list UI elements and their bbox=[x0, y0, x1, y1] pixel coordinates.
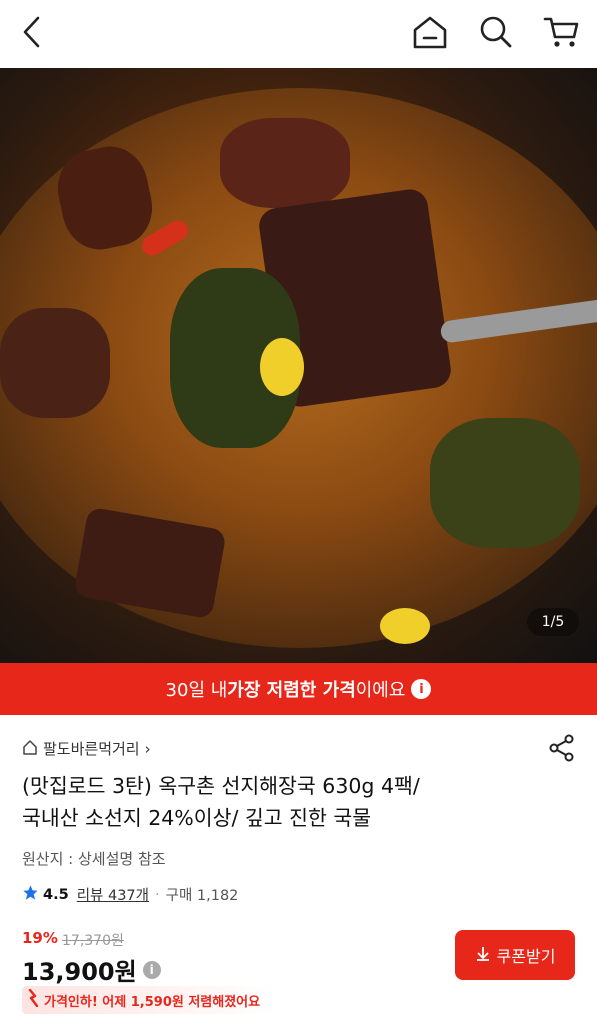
product-title: (맛집로드 3탄) 옥구촌 선지해장국 630g 4팩/ 국내산 소선지 24%… bbox=[22, 770, 542, 834]
lowest-price-banner[interactable]: 30일 내 가장 저렴한 가격 이에요 i bbox=[0, 663, 597, 715]
home-button[interactable] bbox=[410, 14, 450, 54]
cart-button[interactable] bbox=[541, 14, 581, 54]
reviews-link[interactable]: 리뷰 437개 bbox=[77, 884, 149, 905]
info-icon[interactable]: i bbox=[411, 679, 432, 699]
banner-text-bold: 가장 저렴한 가격 bbox=[227, 680, 356, 701]
rating-score: 4.5 bbox=[43, 886, 69, 903]
share-icon bbox=[548, 734, 576, 766]
search-icon bbox=[478, 14, 514, 54]
product-title-line1: (맛집로드 3탄) 옥구촌 선지해장국 630g 4팩/ bbox=[22, 774, 420, 798]
share-button[interactable] bbox=[548, 734, 576, 762]
discount-rate: 19% bbox=[22, 929, 58, 947]
product-title-line2: 국내산 소선지 24%이상/ 깊고 진한 국물 bbox=[22, 806, 372, 830]
home-icon bbox=[411, 14, 449, 54]
product-origin: 원산지 : 상세설명 참조 bbox=[22, 850, 166, 868]
price-drop-text: 가격인하! 어제 1,590원 저렴해졌어요 bbox=[44, 994, 261, 1010]
store-home-icon bbox=[22, 739, 38, 759]
chevron-right-icon: › bbox=[144, 739, 151, 758]
current-price: 13,900원 bbox=[22, 958, 137, 986]
price-info-icon[interactable]: i bbox=[142, 960, 161, 979]
rating-row: 4.5 리뷰 437개 · 구매 1,182 bbox=[22, 884, 238, 905]
banner-text-pre: 30일 내 bbox=[165, 680, 228, 701]
separator: · bbox=[155, 886, 160, 903]
purchase-count: 구매 1,182 bbox=[165, 888, 239, 904]
top-nav-bar bbox=[0, 0, 597, 68]
down-trend-icon bbox=[26, 988, 40, 1011]
store-link[interactable]: 팔도바른먹거리 › bbox=[22, 738, 151, 759]
coupon-label: 쿠폰받기 bbox=[496, 947, 556, 966]
original-price: 17,370원 bbox=[62, 933, 124, 949]
coupon-button[interactable]: 쿠폰받기 bbox=[455, 930, 575, 980]
chevron-left-icon bbox=[21, 15, 43, 53]
image-counter: 1/5 bbox=[527, 608, 579, 636]
product-photo bbox=[0, 88, 597, 648]
store-name: 팔도바른먹거리 bbox=[43, 740, 140, 758]
price-drop-notice: 가격인하! 어제 1,590원 저렴해졌어요 bbox=[22, 986, 276, 1014]
back-button[interactable] bbox=[12, 14, 52, 54]
product-image-gallery[interactable]: 1/5 bbox=[0, 68, 597, 663]
current-price-row: 13,900원 i bbox=[22, 952, 161, 987]
cart-icon bbox=[542, 14, 580, 54]
banner-text-post: 이에요 bbox=[355, 680, 406, 701]
search-button[interactable] bbox=[476, 14, 516, 54]
download-arrow-icon bbox=[475, 945, 491, 965]
star-icon bbox=[22, 884, 39, 905]
